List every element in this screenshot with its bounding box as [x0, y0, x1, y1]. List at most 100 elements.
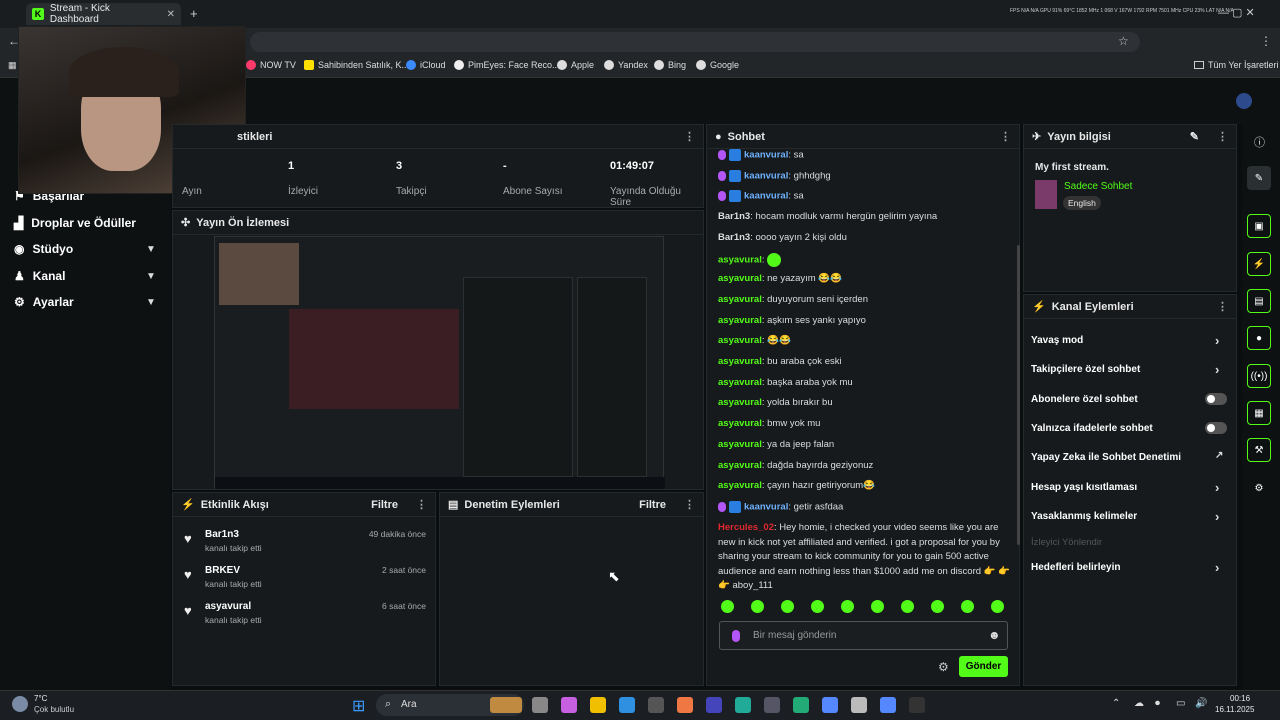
browser-tab[interactable]: K Stream - Kick Dashboard ✕ — [26, 3, 181, 25]
chat-username[interactable]: Bar1n3 — [718, 211, 750, 222]
chat-username[interactable]: kaanvural — [744, 501, 788, 512]
taskbar-app-icon[interactable] — [590, 697, 606, 713]
more-icon[interactable]: ⋮ — [684, 130, 695, 143]
settings-icon[interactable]: ⚙ — [1247, 476, 1271, 500]
close-tab-icon[interactable]: ✕ — [167, 9, 175, 20]
taskbar-app-icon[interactable] — [880, 697, 896, 713]
chat-scrollbar[interactable] — [1017, 245, 1020, 545]
emote-icon[interactable] — [931, 600, 944, 613]
more-icon[interactable]: ⋮ — [1217, 130, 1228, 143]
channel-action-item[interactable]: Hesap yaşı kısıtlaması › — [1031, 480, 1219, 495]
bookmark-google[interactable]: Google — [696, 60, 739, 70]
edit-pencil-icon[interactable]: ✎ — [1190, 130, 1199, 143]
sidebar-item-drops[interactable]: ▟ Droplar ve Ödüller — [14, 216, 136, 230]
bookmark-pimeyes[interactable]: PimEyes: Face Reco... — [454, 60, 560, 70]
bookmark-yandex[interactable]: Yandex — [604, 60, 648, 70]
taskbar-app-icon[interactable] — [764, 697, 780, 713]
edit-icon[interactable]: ✎ — [1247, 166, 1271, 190]
moderation-filter-button[interactable]: Filtre — [639, 499, 666, 511]
bookmark-nowtv[interactable]: NOW TV — [246, 60, 296, 70]
mic-icon[interactable] — [732, 630, 740, 642]
sidebar-item-channel[interactable]: ♟ Kanal ▼ — [14, 269, 164, 283]
chat-username[interactable]: Bar1n3 — [718, 232, 750, 243]
chat-username[interactable]: asyavural — [718, 335, 762, 346]
emote-icon[interactable] — [841, 600, 854, 613]
emote-icon[interactable] — [901, 600, 914, 613]
taskbar-app-icon[interactable] — [735, 697, 751, 713]
taskbar-app-icon[interactable] — [851, 697, 867, 713]
tray-overflow-icon[interactable]: ⌃ — [1112, 698, 1120, 709]
chat-username[interactable]: asyavural — [718, 377, 762, 388]
camera-icon[interactable]: ▣ — [1247, 214, 1271, 238]
sidebar-item-studio[interactable]: ◉ Stüdyo ▼ — [14, 242, 164, 256]
stream-preview-video[interactable] — [214, 236, 665, 489]
bookmark-sahibinden[interactable]: Sahibinden Satılık, K... — [304, 60, 409, 70]
emote-icon[interactable] — [751, 600, 764, 613]
chat-username[interactable]: asyavural — [718, 418, 762, 429]
toggle-switch[interactable] — [1205, 393, 1227, 405]
taskbar-app-icon[interactable] — [706, 697, 722, 713]
emote-icon[interactable] — [811, 600, 824, 613]
layout-icon[interactable]: ▦ — [1247, 401, 1271, 425]
taskbar-app-icon[interactable] — [822, 697, 838, 713]
emote-icon[interactable] — [991, 600, 1004, 613]
taskbar-app-icon[interactable] — [793, 697, 809, 713]
bookmark-icloud[interactable]: iCloud — [406, 60, 446, 70]
taskbar-app-icon[interactable] — [619, 697, 635, 713]
more-icon[interactable]: ⋮ — [416, 498, 427, 511]
cloud-icon[interactable]: ☁ — [1134, 698, 1144, 709]
emote-icon[interactable] — [721, 600, 734, 613]
more-icon[interactable]: ⋮ — [1000, 130, 1011, 143]
toggle-switch[interactable] — [1205, 422, 1227, 434]
chat-username[interactable]: asyavural — [718, 460, 762, 471]
windows-start-icon[interactable]: ⊞ — [352, 696, 365, 716]
chat-username[interactable]: asyavural — [718, 315, 762, 326]
bolt-icon[interactable]: ⚡ — [1247, 252, 1271, 276]
emote-icon[interactable] — [961, 600, 974, 613]
chat-username[interactable]: asyavural — [718, 273, 762, 284]
star-icon[interactable]: ☆ — [1118, 34, 1129, 48]
channel-action-item[interactable]: Yavaş mod › — [1031, 333, 1219, 348]
window-controls[interactable]: — ▢ ✕ — [1218, 6, 1255, 19]
all-bookmarks[interactable]: Tüm Yer İşaretleri — [1194, 60, 1279, 70]
channel-action-item[interactable]: Yalnızca ifadelerle sohbet — [1031, 423, 1153, 434]
taskbar-app-icon[interactable] — [909, 697, 925, 713]
activity-filter-button[interactable]: Filtre — [371, 499, 398, 511]
url-field[interactable] — [250, 32, 1140, 52]
taskbar-app-icon[interactable] — [648, 697, 664, 713]
network-icon[interactable]: ▭ — [1176, 698, 1185, 709]
chat-input[interactable]: Bir mesaj gönderin ☻ — [719, 621, 1008, 650]
channel-action-item[interactable]: Yasaklanmış kelimeler › — [1031, 509, 1219, 524]
menu-icon[interactable]: ⋮ — [1260, 34, 1272, 48]
chat-username[interactable]: asyavural — [718, 439, 762, 450]
tools-icon[interactable]: ⚒ — [1247, 438, 1271, 462]
emoji-icon[interactable]: ☻ — [988, 628, 1001, 642]
channel-action-item[interactable]: Abonelere özel sohbet — [1031, 394, 1138, 405]
taskbar-app-icon[interactable] — [532, 697, 548, 713]
info-icon[interactable]: ⓘ — [1254, 134, 1265, 150]
chat-settings-gear-icon[interactable]: ⚙ — [938, 660, 949, 674]
bookmark-apple[interactable]: Apple — [557, 60, 594, 70]
channel-action-item[interactable]: Hedefleri belirleyin › — [1031, 560, 1219, 575]
avatar[interactable] — [1236, 93, 1252, 109]
chat-username[interactable]: asyavural — [718, 254, 762, 265]
channel-action-item[interactable]: Takipçilere özel sohbet › — [1031, 362, 1219, 377]
broadcast-icon[interactable]: ((•)) — [1247, 364, 1271, 388]
taskbar-app-icon[interactable] — [561, 697, 577, 713]
taskbar-app-icon[interactable] — [490, 697, 522, 713]
chat-icon[interactable]: ● — [1247, 326, 1271, 350]
emote-icon[interactable] — [781, 600, 794, 613]
mic-tray-icon[interactable]: ⏺ — [1155, 698, 1160, 709]
category-link[interactable]: Sadece Sohbet — [1064, 181, 1132, 192]
volume-icon[interactable]: 🔊 — [1195, 698, 1207, 709]
sidebar-item-settings[interactable]: ⚙ Ayarlar ▼ — [14, 295, 164, 309]
apps-grid-icon[interactable]: ▦ — [8, 60, 17, 71]
bookmark-bing[interactable]: Bing — [654, 60, 686, 70]
chat-username[interactable]: kaanvural — [744, 150, 788, 161]
send-button[interactable]: Gönder — [959, 656, 1008, 677]
channel-action-item[interactable]: İzleyici Yönlendir — [1031, 537, 1102, 548]
chat-username[interactable]: kaanvural — [744, 170, 788, 181]
more-icon[interactable]: ⋮ — [1217, 300, 1228, 313]
chat-username[interactable]: asyavural — [718, 480, 762, 491]
chat-username[interactable]: asyavural — [718, 397, 762, 408]
